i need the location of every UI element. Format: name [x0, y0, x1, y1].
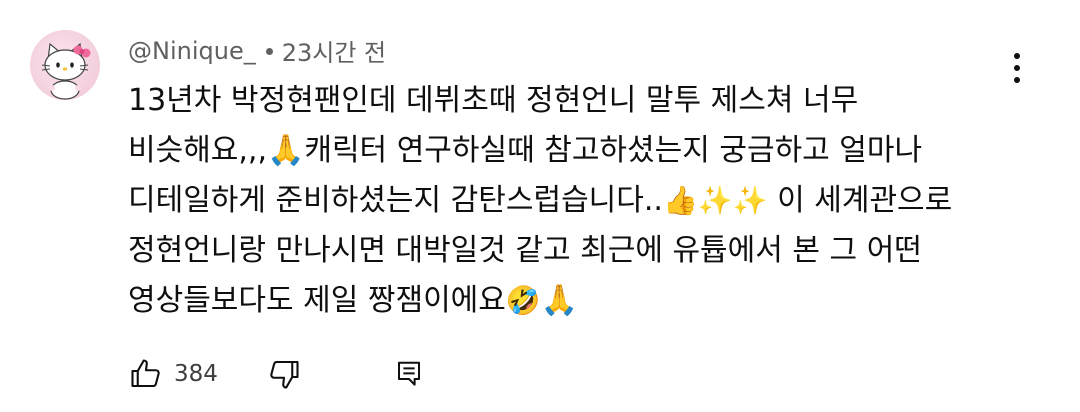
author-handle[interactable]: @Ninique_	[128, 37, 256, 65]
like-button[interactable]: 384	[128, 356, 218, 392]
comment-line: 비슷해요,,,🙏캐릭터 연구하실때 참고하셨는지 궁금하고 얼마나	[128, 133, 923, 168]
comment-actions: 384	[128, 354, 424, 394]
comment-text-segment: 🙏	[540, 283, 579, 318]
comment-text-segment: 이 세계관으로	[777, 183, 953, 218]
comment-line: 디테일하게 준비하셨는지 감탄스럽습니다..👍✨✨ 이 세계관으로	[128, 176, 978, 226]
comment-text: 13년차 박정현팬인데 데뷔초때 정현언니 말투 제스쳐 너무 비슷해요,,,🙏…	[128, 76, 978, 326]
comment-line: 13년차 박정현팬인데 데뷔초때 정현언니 말투 제스쳐 너무	[128, 83, 859, 118]
more-vertical-icon-dot	[1014, 53, 1020, 59]
thumb-down-icon	[270, 360, 299, 389]
comment-timestamp[interactable]: 23시간 전	[282, 33, 386, 68]
comment-line: 정현언니랑 만나시면 대박일것 같고 최근에 유튭에서 본 그 어떤	[128, 233, 922, 268]
hello-kitty-avatar-icon	[41, 42, 91, 100]
comment-text-segment: 영상들보다도 제일 짱잼이에요	[128, 283, 506, 318]
more-vertical-icon-dot	[1014, 65, 1020, 71]
dislike-button[interactable]	[266, 356, 302, 392]
comment-text-segment: 디테일하게 준비하셨는지 감탄스럽습니다..	[128, 183, 663, 218]
thumbs-up-emoji: 👍	[662, 184, 698, 217]
thumb-up-icon	[131, 359, 160, 388]
more-options-button[interactable]	[1000, 48, 1034, 88]
avatar[interactable]	[30, 30, 100, 100]
rolling-laughing-emoji: 🤣	[505, 284, 541, 317]
like-count: 384	[174, 361, 218, 387]
reply-button[interactable]	[394, 359, 424, 389]
comment-line: 영상들보다도 제일 짱잼이에요🤣🙏	[128, 276, 978, 326]
comment-header: @Ninique_ 23시간 전	[128, 33, 386, 68]
reply-comment-icon	[397, 361, 420, 386]
sparkles-emoji: ✨✨	[697, 184, 768, 217]
more-vertical-icon-dot	[1014, 77, 1020, 83]
separator-dot	[265, 48, 273, 55]
